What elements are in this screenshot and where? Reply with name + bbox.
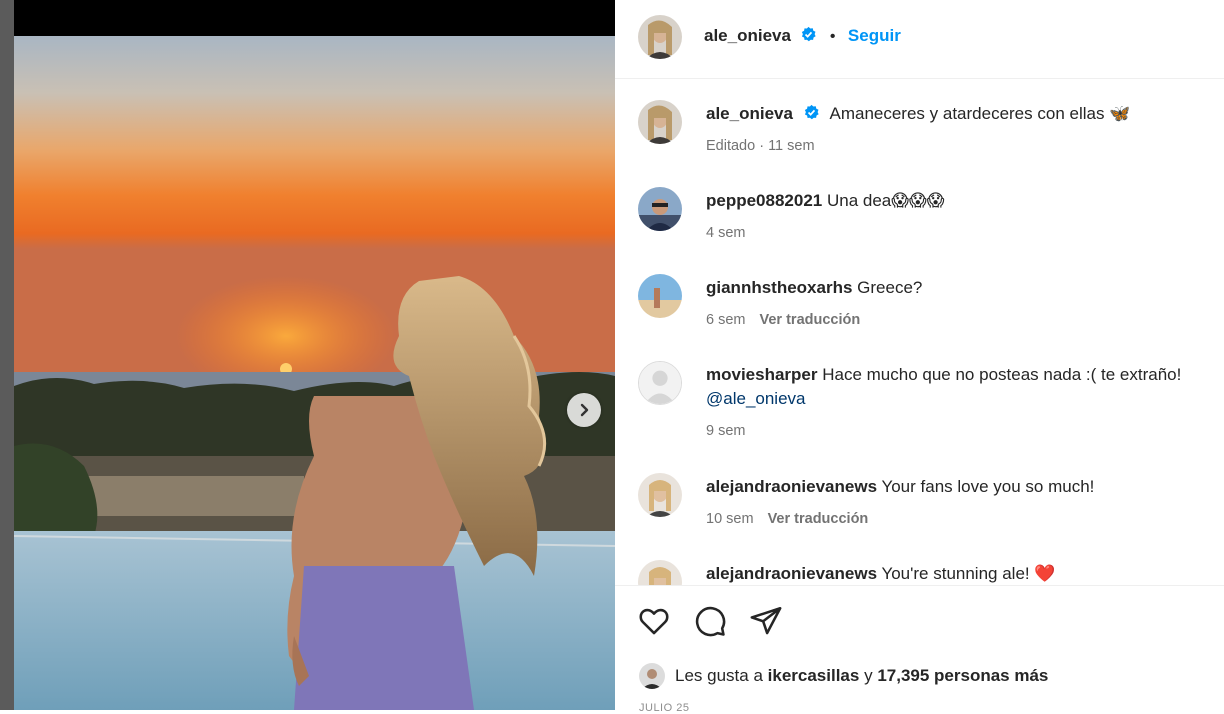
action-bar [637, 604, 783, 638]
comment-text: Your fans love you so much! [881, 477, 1095, 496]
comments-list[interactable]: ale_onieva Amaneceres y atardeceres con … [615, 80, 1224, 585]
verified-badge-icon [802, 26, 817, 42]
comment-username[interactable]: moviesharper [706, 365, 818, 384]
verified-badge-icon [804, 104, 819, 120]
comment-text: Hace mucho que no posteas nada :( te ext… [822, 365, 1182, 384]
caption-username[interactable]: ale_onieva [706, 104, 793, 123]
post-sidebar: ale_onieva • Seguir ale_onieva Amanecere… [615, 0, 1224, 714]
share-icon [750, 606, 782, 635]
window-edge [0, 0, 14, 710]
commenter-avatar[interactable] [638, 473, 682, 517]
author-avatar[interactable] [638, 15, 682, 59]
like-button[interactable] [637, 604, 671, 638]
heart-emoji: ❤️ [1034, 564, 1056, 583]
media-top-bar [14, 0, 615, 36]
commenter-avatar[interactable] [638, 361, 682, 405]
follow-button[interactable]: Seguir [848, 26, 901, 45]
comment-text: You're stunning ale! [881, 564, 1030, 583]
mention-link[interactable]: @ale_onieva [706, 389, 806, 408]
commenter-avatar[interactable] [638, 274, 682, 318]
liker-avatar [639, 663, 665, 689]
share-button[interactable] [749, 604, 783, 638]
comment-icon [695, 606, 726, 637]
likes-count[interactable]: 17,395 personas más [877, 666, 1048, 685]
comment-time: 4 sem [706, 225, 746, 241]
chevron-right-icon [580, 403, 589, 417]
see-translation-link[interactable]: Ver traducción [760, 312, 861, 328]
likes-prefix: Les gusta a [675, 666, 763, 685]
commenter-avatar[interactable] [638, 187, 682, 231]
comment-username[interactable]: giannhstheoxarhs [706, 278, 852, 297]
author-username[interactable]: ale_onieva [704, 26, 791, 45]
actions-divider [615, 585, 1224, 586]
post-photo [14, 36, 615, 710]
caption-avatar[interactable] [638, 100, 682, 144]
comment-time: 6 sem [706, 312, 746, 328]
comment-time: 10 sem [706, 511, 754, 527]
heart-icon [639, 608, 669, 635]
comment-text: Una dea😱😱😱 [826, 191, 945, 210]
post-header: ale_onieva • Seguir [615, 0, 1224, 79]
likes-middle: y [864, 666, 873, 685]
comment-username[interactable]: alejandraonievanews [706, 564, 877, 583]
liker-username[interactable]: ikercasillas [768, 666, 860, 685]
comment-username[interactable]: alejandraonievanews [706, 477, 877, 496]
caption-meta: Editado · 11 sem [706, 138, 815, 154]
caption-text: Amaneceres y atardeceres con ellas [829, 104, 1105, 123]
comment-username[interactable]: peppe0882021 [706, 191, 822, 210]
comment-text: Greece? [857, 278, 923, 297]
comment-button[interactable] [693, 604, 727, 638]
see-translation-link[interactable]: Ver traducción [768, 511, 869, 527]
next-image-button[interactable] [567, 393, 601, 427]
separator-dot: • [829, 28, 836, 45]
commenter-avatar[interactable] [638, 560, 682, 585]
comment-time: 9 sem [706, 423, 746, 439]
likes-summary[interactable]: Les gusta a ikercasillas y 17,395 person… [639, 663, 1048, 689]
post-date: JULIO 25 [639, 702, 690, 714]
butterfly-emoji: 🦋 [1109, 104, 1131, 123]
